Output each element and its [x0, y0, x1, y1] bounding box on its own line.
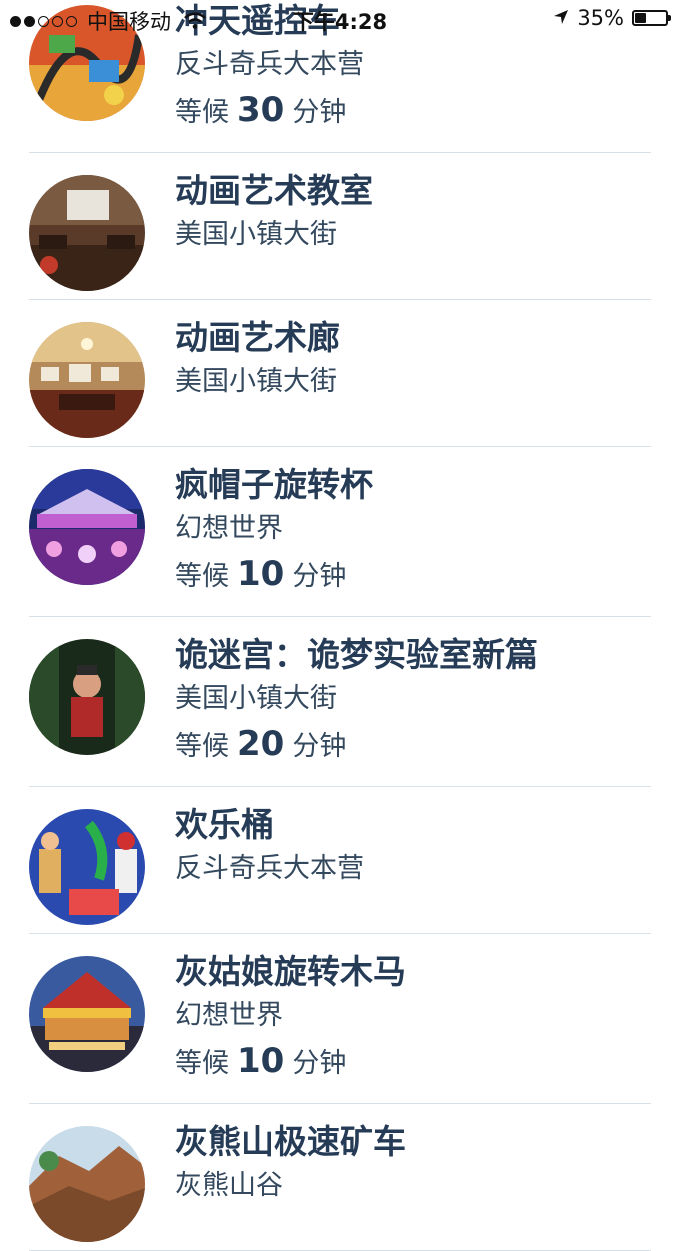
- list-item[interactable]: 欢乐桶 反斗奇兵大本营: [0, 787, 680, 934]
- wait-suffix: 分钟: [292, 97, 347, 128]
- attraction-title: 欢乐桶: [175, 805, 274, 844]
- attraction-title: 疯帽子旋转杯: [175, 465, 373, 504]
- battery-fill: [635, 13, 647, 23]
- attraction-location: 美国小镇大街: [175, 683, 337, 714]
- attraction-title: 灰熊山极速矿车: [175, 1122, 406, 1161]
- wait-minutes: 20: [237, 724, 285, 764]
- attraction-list: 冲天遥控车 反斗奇兵大本营 等候 30 分钟 动画艺术教室 美国小镇大街 动画艺…: [0, 0, 680, 1251]
- attraction-thumbnail-slinky-barrel: [29, 809, 145, 925]
- signal-strength-icon: [10, 15, 77, 27]
- list-item[interactable]: 动画艺术教室 美国小镇大街: [0, 153, 680, 300]
- wait-minutes: 10: [237, 1041, 285, 1081]
- wait-suffix: 分钟: [292, 731, 347, 762]
- wait-prefix: 等候: [175, 561, 229, 592]
- attraction-location: 美国小镇大街: [175, 366, 337, 397]
- attraction-location: 反斗奇兵大本营: [175, 49, 364, 80]
- wifi-icon: [183, 12, 207, 30]
- attraction-thumbnail-animation-academy: [29, 175, 145, 291]
- wait-prefix: 等候: [175, 1048, 229, 1079]
- wait-suffix: 分钟: [292, 1048, 347, 1079]
- attraction-location: 反斗奇兵大本营: [175, 853, 364, 884]
- battery-percent: 35%: [577, 6, 624, 30]
- battery-icon: [632, 10, 671, 26]
- wait-prefix: 等候: [175, 97, 229, 128]
- list-item[interactable]: 灰姑娘旋转木马 幻想世界 等候 10 分钟: [0, 934, 680, 1104]
- attraction-thumbnail-carousel: [29, 956, 145, 1072]
- attraction-title: 动画艺术廊: [175, 318, 340, 357]
- attraction-thumbnail-mad-hatter: [29, 469, 145, 585]
- carrier-name: 中国移动: [87, 10, 171, 34]
- attraction-title: 诡迷宫：诡梦实验室新篇: [175, 635, 538, 674]
- attraction-location: 幻想世界: [175, 1000, 283, 1031]
- attraction-thumbnail-mystic-manor: [29, 639, 145, 755]
- status-right: 35%: [553, 6, 671, 30]
- list-item[interactable]: 动画艺术廊 美国小镇大街: [0, 300, 680, 447]
- attraction-location: 灰熊山谷: [175, 1170, 283, 1201]
- attraction-title: 灰姑娘旋转木马: [175, 952, 406, 991]
- attraction-title: 动画艺术教室: [175, 171, 373, 210]
- status-left: 中国移动: [10, 6, 207, 36]
- attraction-location: 美国小镇大街: [175, 219, 337, 250]
- wait-suffix: 分钟: [292, 561, 347, 592]
- list-item[interactable]: 诡迷宫：诡梦实验室新篇 美国小镇大街 等候 20 分钟: [0, 617, 680, 787]
- wait-minutes: 10: [237, 554, 285, 594]
- list-item[interactable]: 疯帽子旋转杯 幻想世界 等候 10 分钟: [0, 447, 680, 617]
- wait-time: 等候 10 分钟: [175, 1038, 406, 1087]
- attraction-location: 幻想世界: [175, 513, 283, 544]
- attraction-thumbnail-grizzly-mine: [29, 1126, 145, 1242]
- wait-minutes: 30: [237, 90, 285, 130]
- list-item[interactable]: 灰熊山极速矿车 灰熊山谷: [0, 1104, 680, 1251]
- location-arrow-icon: [553, 6, 569, 30]
- wait-time: 等候 30 分钟: [175, 87, 364, 136]
- wait-prefix: 等候: [175, 731, 229, 762]
- attraction-thumbnail-art-gallery: [29, 322, 145, 438]
- wait-time: 等候 20 分钟: [175, 721, 538, 770]
- status-bar: 中国移动 下午4:28 35%: [0, 0, 680, 38]
- wait-time: 等候 10 分钟: [175, 551, 373, 600]
